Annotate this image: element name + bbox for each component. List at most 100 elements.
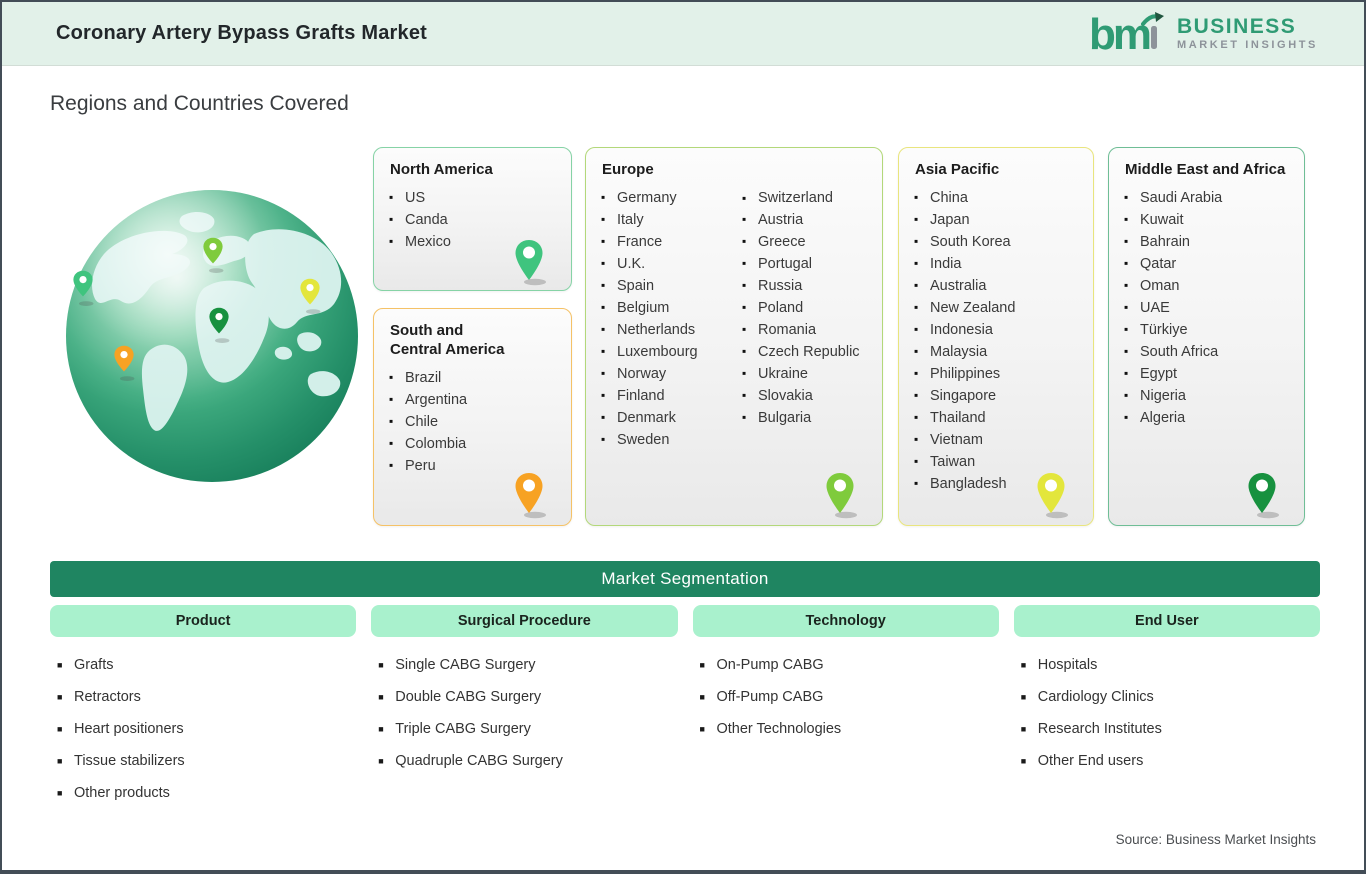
region-card-south-central-america: South and Central America BrazilArgentin… (373, 308, 572, 526)
segment-item: Other Technologies (700, 718, 999, 740)
country-item: Austria (741, 208, 872, 231)
country-item: Türkiye (1123, 318, 1294, 341)
country-item: Chile (388, 410, 561, 433)
market-segmentation-bar: Market Segmentation (50, 561, 1320, 597)
brand-name: BUSINESS (1176, 15, 1297, 38)
country-item: France (600, 230, 731, 253)
segmentation-lists: Grafts Retractors Heart positioners Tissue … (50, 654, 1320, 814)
country-item: Brazil (388, 366, 561, 389)
brand-tagline: MARKET INSIGHTS (1176, 39, 1318, 51)
country-item: Poland (741, 296, 872, 319)
country-list: ChinaJapanSouth KoreaIndiaAustraliaNew Z… (913, 186, 1083, 495)
country-item: Ukraine (741, 362, 872, 385)
svg-text:bm: bm (1089, 10, 1150, 59)
region-card-asia-pacific: Asia Pacific ChinaJapanSouth KoreaIndiaA… (898, 147, 1094, 526)
source-note: Source: Business Market Insights (1115, 832, 1316, 847)
segment-item: Hospitals (1021, 654, 1320, 676)
country-list: GermanyItalyFranceU.K.SpainBelgiumNether… (600, 186, 872, 451)
country-item: Czech Republic (741, 340, 872, 363)
country-item: India (913, 252, 1083, 275)
country-item: South Africa (1123, 340, 1294, 363)
country-item: Spain (600, 274, 731, 297)
region-card-north-america: North America USCandaMexico (373, 147, 572, 291)
country-item: Belgium (600, 296, 731, 319)
country-item: Netherlands (600, 318, 731, 341)
region-title: Asia Pacific (915, 161, 1000, 178)
country-item: Qatar (1123, 252, 1294, 275)
segment-item: Double CABG Surgery (378, 686, 677, 708)
country-item: Algeria (1123, 406, 1294, 429)
country-item: South Korea (913, 230, 1083, 253)
country-item: Russia (741, 274, 872, 297)
region-title: South and Central America (390, 322, 505, 358)
chip-product: Product (50, 605, 357, 637)
segment-item: Quadruple CABG Surgery (378, 750, 677, 772)
country-item: Romania (741, 318, 872, 341)
technology-list: On-Pump CABG Off-Pump CABG Other Technolog… (693, 654, 999, 814)
country-item: UAE (1123, 296, 1294, 319)
segment-item: Heart positioners (57, 718, 356, 740)
segment-item: Research Institutes (1021, 718, 1320, 740)
country-item: Singapore (913, 384, 1083, 407)
country-item: Philippines (913, 362, 1083, 385)
country-item: Australia (913, 274, 1083, 297)
segment-item: Other End users (1021, 750, 1320, 772)
country-item: U.K. (600, 252, 731, 275)
country-item: Bahrain (1123, 230, 1294, 253)
segment-item: Single CABG Surgery (378, 654, 677, 676)
product-list: Grafts Retractors Heart positioners Tissue … (50, 654, 356, 814)
chip-technology: Technology (692, 605, 999, 637)
segment-item: On-Pump CABG (700, 654, 999, 676)
segment-item: Grafts (57, 654, 356, 676)
section-title: Regions and Countries Covered (50, 92, 349, 115)
country-item: Bulgaria (741, 406, 872, 429)
bmi-logo-icon: bm (1089, 10, 1164, 59)
country-item: Norway (600, 362, 731, 385)
map-pin-icon (1248, 473, 1279, 519)
segment-item: Cardiology Clinics (1021, 686, 1320, 708)
chip-end-user: End User (1013, 605, 1320, 637)
country-item: Germany (600, 186, 731, 209)
country-item: Nigeria (1123, 384, 1294, 407)
country-item: Colombia (388, 432, 561, 455)
region-card-europe: Europe GermanyItalyFranceU.K.SpainBelgiu… (585, 147, 883, 526)
country-item: Denmark (600, 406, 731, 429)
page-title: Coronary Artery Bypass Grafts Market (56, 22, 428, 44)
country-item: Greece (741, 230, 872, 253)
segment-item: Tissue stabilizers (57, 750, 356, 772)
country-list: BrazilArgentinaChileColombiaPeru (388, 366, 561, 477)
country-item: New Zealand (913, 296, 1083, 319)
segment-item: Other products (57, 782, 356, 804)
infographic-page: Coronary Artery Bypass Grafts Market bm … (0, 0, 1366, 874)
globe-illustration (66, 190, 358, 482)
country-item: Indonesia (913, 318, 1083, 341)
country-item: Italy (600, 208, 731, 231)
country-item: Thailand (913, 406, 1083, 429)
segment-item: Triple CABG Surgery (378, 718, 677, 740)
country-list: Saudi ArabiaKuwaitBahrainQatarOmanUAETür… (1123, 186, 1294, 429)
segment-item: Retractors (57, 686, 356, 708)
map-pin-icon (515, 240, 546, 286)
country-item: Sweden (600, 428, 731, 451)
country-item: Kuwait (1123, 208, 1294, 231)
country-item: Portugal (741, 252, 872, 275)
end-user-list: Hospitals Cardiology Clinics Research Inst… (1014, 654, 1320, 814)
header-bar: Coronary Artery Bypass Grafts Market bm … (2, 2, 1364, 66)
country-item: Finland (600, 384, 731, 407)
country-item: Egypt (1123, 362, 1294, 385)
region-card-middle-east-africa: Middle East and Africa Saudi ArabiaKuwai… (1108, 147, 1305, 526)
map-pin-icon (515, 473, 546, 519)
region-title: Europe (602, 161, 654, 178)
brand-logo: bm BUSINESS MARKET INSIGHTS (1089, 8, 1318, 60)
country-item: China (913, 186, 1083, 209)
country-item: Oman (1123, 274, 1294, 297)
country-item: US (388, 186, 561, 209)
brand-logo-text: BUSINESS MARKET INSIGHTS (1177, 16, 1318, 51)
country-item: Argentina (388, 388, 561, 411)
region-title: North America (390, 161, 493, 178)
country-item: Slovakia (741, 384, 872, 407)
country-item: Taiwan (913, 450, 1083, 473)
country-item: Malaysia (913, 340, 1083, 363)
country-item: Canda (388, 208, 561, 231)
country-item: Vietnam (913, 428, 1083, 451)
